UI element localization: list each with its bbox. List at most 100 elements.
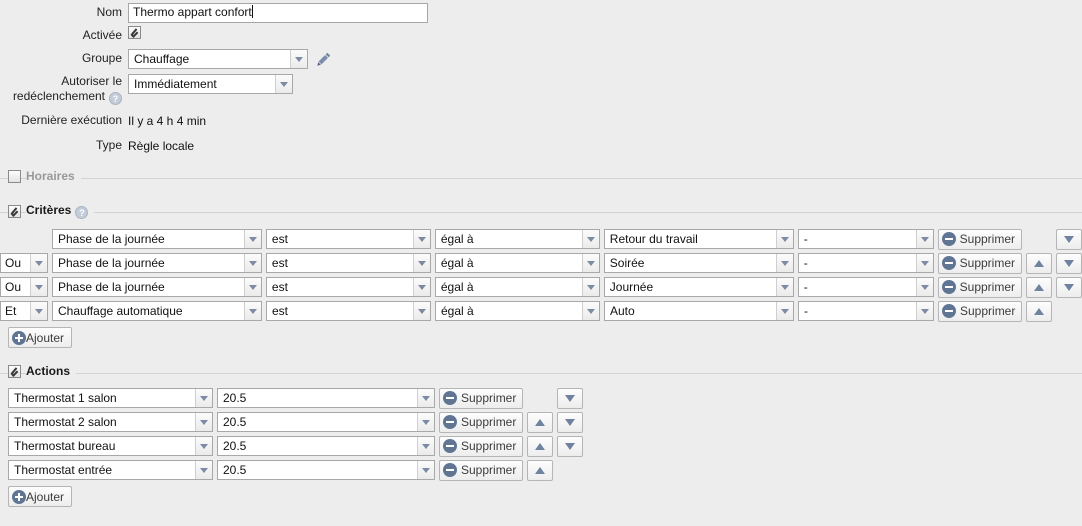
- criteria-value-select[interactable]: Journée: [604, 277, 794, 297]
- help-icon-criteres[interactable]: ?: [75, 206, 88, 219]
- chevron-down-icon: [195, 389, 212, 407]
- action-add-button[interactable]: Ajouter: [8, 486, 72, 507]
- criteres-checkbox[interactable]: [8, 205, 21, 218]
- criteria-verb-select[interactable]: est: [266, 301, 431, 321]
- criteria-operator-select[interactable]: Et: [0, 301, 48, 321]
- triangle-down-icon: [565, 395, 575, 402]
- criteria-value-select[interactable]: Auto: [604, 301, 794, 321]
- criteria-verb-select[interactable]: est: [266, 229, 431, 249]
- criteria-subject-select[interactable]: Phase de la journée: [52, 277, 262, 297]
- criteria-value-select[interactable]: Retour du travail: [604, 229, 794, 249]
- action-delete-button[interactable]: Supprimer: [439, 460, 523, 481]
- criteria-delete-button[interactable]: Supprimer: [938, 229, 1022, 250]
- help-icon-redeclenchement[interactable]: ?: [109, 92, 122, 105]
- plus-circle-icon: [12, 331, 26, 345]
- criteria-comparator-select[interactable]: égal à: [435, 301, 600, 321]
- criteria-operator-select[interactable]: Ou: [0, 277, 48, 297]
- action-move-down-button[interactable]: [557, 436, 583, 457]
- action-target-select[interactable]: Thermostat 2 salon: [8, 412, 213, 432]
- chevron-down-icon: [30, 254, 47, 272]
- criteria-verb-select[interactable]: est: [266, 253, 431, 273]
- label-nom: Nom: [0, 3, 128, 21]
- group-select-value: Chauffage: [129, 50, 290, 68]
- criteria-extra-select[interactable]: -: [798, 253, 934, 273]
- table-row: Ou Phase de la journée est égal à Journé…: [0, 275, 1082, 299]
- criteria-subject-select[interactable]: Chauffage automatique: [52, 301, 262, 321]
- criteria-extra-select[interactable]: -: [798, 277, 934, 297]
- action-move-up-button[interactable]: [527, 460, 553, 481]
- criteria-delete-button[interactable]: Supprimer: [938, 277, 1022, 298]
- chevron-down-icon: [417, 461, 434, 479]
- chevron-down-icon: [417, 413, 434, 431]
- action-delete-button[interactable]: Supprimer: [439, 412, 523, 433]
- group-select[interactable]: Chauffage: [128, 49, 308, 69]
- chevron-down-icon: [776, 254, 793, 272]
- action-delete-label: Supprimer: [461, 415, 516, 429]
- criteria-move-up-button[interactable]: [1026, 253, 1052, 274]
- action-move-down-button[interactable]: [557, 388, 583, 409]
- criteria-value-select[interactable]: Soirée: [604, 253, 794, 273]
- retrigger-select[interactable]: Immédiatement: [128, 74, 293, 94]
- action-target-select[interactable]: Thermostat bureau: [8, 436, 213, 456]
- criteria-move-down-button[interactable]: [1056, 253, 1082, 274]
- action-move-up-button[interactable]: [527, 436, 553, 457]
- chevron-down-icon: [195, 437, 212, 455]
- triangle-up-icon: [535, 467, 545, 474]
- field-row-nom: Nom Thermo appart confort: [0, 3, 1082, 23]
- criteria-extra-select[interactable]: -: [798, 229, 934, 249]
- horaires-checkbox[interactable]: [8, 170, 21, 183]
- label-groupe: Groupe: [0, 49, 128, 67]
- criteria-subject-value: Phase de la journée: [53, 230, 244, 248]
- action-value-select[interactable]: 20.5: [217, 412, 435, 432]
- criteria-move-down-button[interactable]: [1056, 229, 1082, 250]
- criteria-subject-select[interactable]: Phase de la journée: [52, 229, 262, 249]
- criteria-delete-button[interactable]: Supprimer: [938, 253, 1022, 274]
- criteria-delete-label: Supprimer: [960, 280, 1015, 294]
- action-target-select[interactable]: Thermostat 1 salon: [8, 388, 213, 408]
- action-move-up-button[interactable]: [527, 412, 553, 433]
- action-value-select[interactable]: 20.5: [217, 388, 435, 408]
- criteria-extra-value: -: [799, 230, 916, 248]
- criteria-move-down-button[interactable]: [1056, 277, 1082, 298]
- chevron-down-icon: [244, 278, 261, 296]
- action-value-select[interactable]: 20.5: [217, 436, 435, 456]
- table-row: Thermostat entrée 20.5 Supprimer: [8, 458, 1082, 482]
- criteria-move-up-button[interactable]: [1026, 277, 1052, 298]
- criteria-value-text: Soirée: [605, 254, 776, 272]
- criteria-subject-select[interactable]: Phase de la journée: [52, 253, 262, 273]
- chevron-down-icon: [195, 461, 212, 479]
- criteria-delete-button[interactable]: Supprimer: [938, 301, 1022, 322]
- criteria-comparator-select[interactable]: égal à: [435, 229, 600, 249]
- enabled-checkbox[interactable]: [128, 26, 141, 39]
- label-derniere-execution: Dernière exécution: [0, 111, 128, 129]
- triangle-up-icon: [1034, 260, 1044, 267]
- criteria-comparator-select[interactable]: égal à: [435, 253, 600, 273]
- minus-circle-icon: [942, 256, 956, 270]
- criteria-add-button[interactable]: Ajouter: [8, 327, 72, 348]
- action-delete-label: Supprimer: [461, 439, 516, 453]
- label-redeclenchement-line1: Autoriser le: [0, 74, 122, 89]
- criteria-move-up-button[interactable]: [1026, 301, 1052, 322]
- criteria-extra-select[interactable]: -: [798, 301, 934, 321]
- actions-checkbox[interactable]: [8, 365, 21, 378]
- criteria-verb-select[interactable]: est: [266, 277, 431, 297]
- label-redeclenchement: Autoriser le redéclenchement?: [0, 74, 128, 105]
- section-actions-title: Actions: [26, 364, 76, 378]
- criteria-delete-label: Supprimer: [960, 232, 1015, 246]
- action-move-down-button[interactable]: [557, 412, 583, 433]
- action-delete-button[interactable]: Supprimer: [439, 436, 523, 457]
- chevron-down-icon: [916, 254, 933, 272]
- edit-pencil-icon[interactable]: [316, 51, 332, 67]
- minus-circle-icon: [443, 439, 457, 453]
- action-value-select[interactable]: 20.5: [217, 460, 435, 480]
- criteria-operator-select[interactable]: Ou: [0, 253, 48, 273]
- criteria-comparator-value: égal à: [436, 230, 582, 248]
- chevron-down-icon: [244, 230, 261, 248]
- section-criteres-legend: Critères?: [0, 203, 1082, 219]
- action-target-select[interactable]: Thermostat entrée: [8, 460, 213, 480]
- criteria-comparator-select[interactable]: égal à: [435, 277, 600, 297]
- action-delete-button[interactable]: Supprimer: [439, 388, 523, 409]
- chevron-down-icon: [413, 302, 430, 320]
- minus-circle-icon: [942, 304, 956, 318]
- name-input[interactable]: Thermo appart confort: [128, 3, 428, 23]
